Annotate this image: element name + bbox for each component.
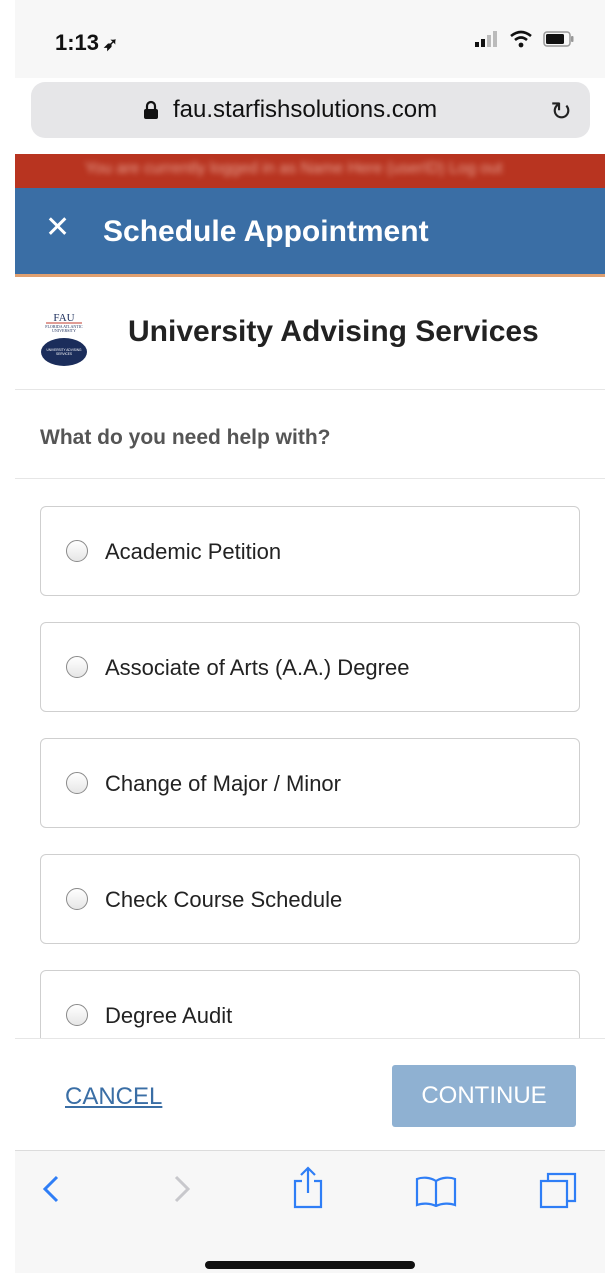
status-bar: 1:13 ➶ [15,0,605,78]
svg-text:UNIVERSITY: UNIVERSITY [52,328,76,333]
forward-icon[interactable] [170,1171,194,1207]
login-banner: You are currently logged in as Name Here… [15,154,605,188]
option-check-course-schedule[interactable]: Check Course Schedule [40,854,580,944]
battery-icon [543,31,574,47]
action-footer: CANCEL CONTINUE [15,1038,605,1151]
status-time: 1:13 ➶ [55,30,119,55]
back-icon[interactable] [39,1171,63,1207]
option-label: Check Course Schedule [105,887,343,912]
continue-button[interactable]: CONTINUE [392,1065,576,1127]
option-associate-of-arts[interactable]: Associate of Arts (A.A.) Degree [40,622,580,712]
radio-button[interactable] [66,888,88,910]
tabs-icon[interactable] [538,1171,578,1211]
close-icon[interactable]: ✕ [45,210,70,245]
question-section: What do you need help with? [15,390,605,479]
banner-text: You are currently logged in as Name Here… [85,160,503,177]
wifi-icon [510,30,532,48]
option-label: Degree Audit [105,1003,233,1028]
modal-header: ✕ Schedule Appointment [15,188,605,277]
lock-icon [144,100,158,119]
fau-logo: FAU FLORIDA ATLANTIC UNIVERSITY UNIVERSI… [41,312,87,366]
svg-text:SERVICES: SERVICES [56,352,72,356]
radio-button[interactable] [66,772,88,794]
share-icon[interactable] [291,1165,325,1209]
page-title: Schedule Appointment [103,215,429,248]
radio-button[interactable] [66,540,88,562]
option-label: Change of Major / Minor [105,771,341,796]
radio-button[interactable] [66,1004,88,1026]
bookmarks-icon[interactable] [414,1175,458,1207]
cancel-link[interactable]: CANCEL [65,1083,162,1111]
question-text: What do you need help with? [40,426,331,449]
option-label: Academic Petition [105,539,282,564]
cellular-signal-icon [475,31,497,47]
option-academic-petition[interactable]: Academic Petition [40,506,580,596]
reload-icon[interactable]: ↻ [550,96,572,127]
org-row: FAU FLORIDA ATLANTIC UNIVERSITY UNIVERSI… [15,277,605,390]
org-name: University Advising Services [128,315,539,348]
svg-text:FAU: FAU [53,312,74,324]
browser-toolbar [15,1150,605,1273]
url-text: fau.starfishsolutions.com [173,96,438,123]
home-indicator[interactable] [205,1261,415,1269]
status-icons [475,30,575,48]
option-change-of-major[interactable]: Change of Major / Minor [40,738,580,828]
location-arrow-icon: ➶ [103,34,119,54]
url-bar[interactable]: fau.starfishsolutions.com ↻ [31,82,590,138]
option-label: Associate of Arts (A.A.) Degree [105,655,410,680]
radio-button[interactable] [66,656,88,678]
